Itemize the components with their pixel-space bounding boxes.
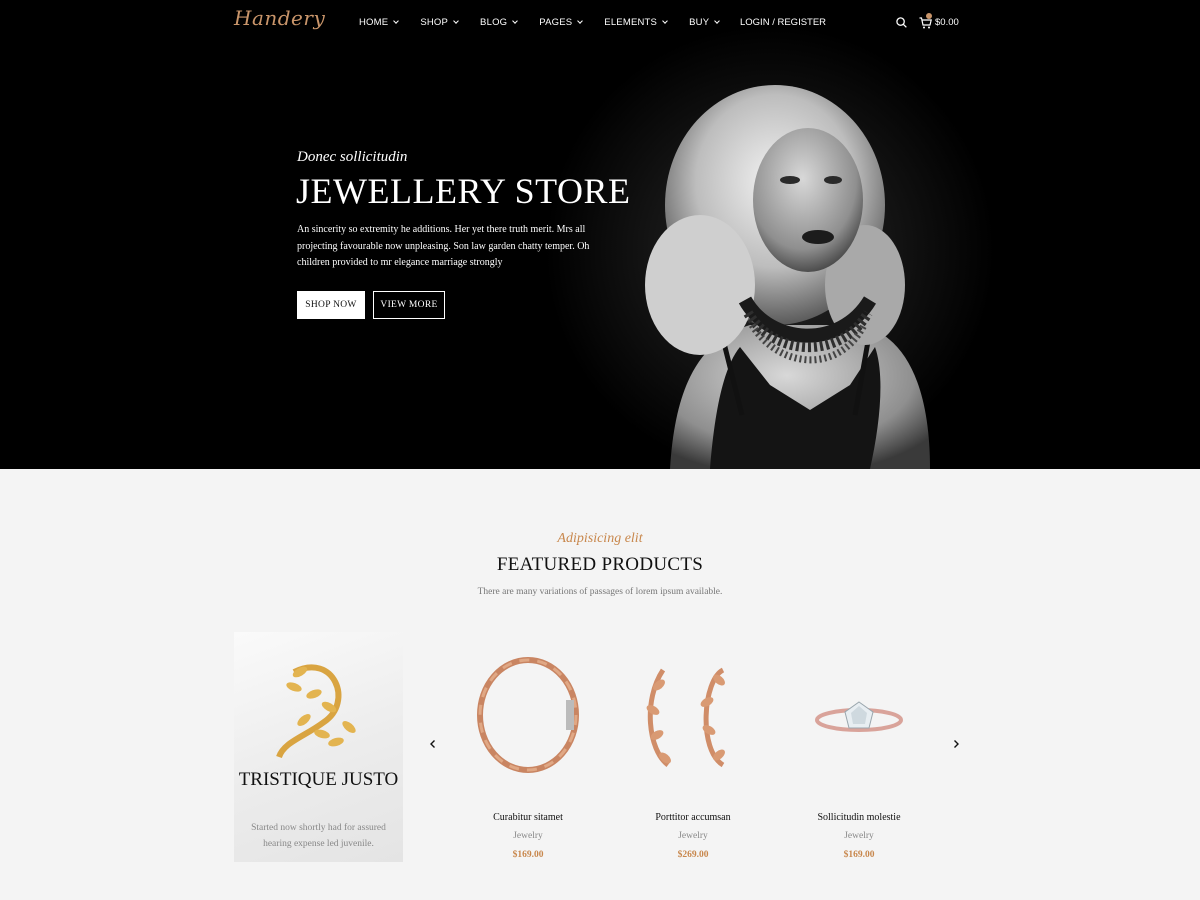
chevron-down-icon (393, 18, 400, 24)
chevron-down-icon (714, 18, 721, 24)
shop-now-button[interactable]: SHOP NOW (297, 291, 365, 319)
ring-promo-image (276, 664, 356, 759)
menu-item-label: BUY (689, 17, 710, 28)
product-name: Sollicitudin molestie (817, 812, 901, 823)
cart-icon (919, 13, 932, 29)
model-photo (645, 85, 930, 469)
chevron-down-icon (512, 18, 519, 24)
ring-image (815, 701, 903, 732)
menu-item-label: ELEMENTS (604, 17, 658, 28)
product-card[interactable]: Porttitor accumsan Jewelry $269.00 (613, 640, 773, 870)
promo-card[interactable]: TRISTIQUE JUSTO Started now shortly had … (234, 632, 403, 862)
promo-title: TRISTIQUE JUSTO (238, 769, 399, 790)
chevron-down-icon (662, 18, 668, 24)
chevron-left-icon[interactable] (428, 739, 438, 749)
product-category: Jewelry (844, 831, 874, 841)
menu-item-label: BLOG (480, 17, 508, 28)
product-price: $169.00 (843, 850, 875, 860)
product-category: Jewelry (513, 831, 543, 841)
chevron-down-icon (453, 18, 459, 24)
main-menu: HOME SHOP BLOG PAGES ELEMENTS BUY (359, 17, 741, 28)
chevron-right-icon[interactable] (951, 739, 961, 749)
cart-button[interactable]: $0.00 (919, 13, 959, 29)
menu-item-elements[interactable]: ELEMENTS (604, 17, 668, 28)
search-icon[interactable] (896, 17, 907, 28)
section-title: FEATURED PRODUCTS (496, 554, 704, 575)
login-register-link[interactable]: LOGIN / REGISTER (740, 17, 826, 28)
product-price: $269.00 (677, 850, 709, 860)
product-price: $169.00 (512, 850, 544, 860)
site-logo[interactable]: Handery (234, 6, 325, 30)
promo-description: Started now shortly had for assured hear… (251, 823, 386, 849)
top-navigation: Handery HOME SHOP BLOG PAGES ELEMENTS BU… (0, 0, 1200, 48)
product-card[interactable]: Curabitur sitamet Jewelry $169.00 (448, 640, 608, 870)
hero-title: JEWELLERY STORE (296, 171, 631, 211)
view-more-button[interactable]: VIEW MORE (373, 291, 445, 319)
hero-banner: Handery HOME SHOP BLOG PAGES ELEMENTS BU… (0, 0, 1200, 469)
product-card[interactable]: Sollicitudin molestie Jewelry $169.00 (779, 640, 939, 870)
cart-count-badge (926, 13, 932, 19)
section-kicker: Adipisicing elit (557, 531, 643, 546)
menu-item-shop[interactable]: SHOP (420, 17, 459, 28)
menu-item-label: SHOP (420, 17, 449, 28)
product-name: Curabitur sitamet (493, 812, 563, 823)
bracelet-image (477, 657, 579, 773)
cart-total: $0.00 (935, 16, 959, 28)
hero-subtitle: Donec sollicitudin (297, 149, 408, 165)
menu-item-home[interactable]: HOME (359, 17, 400, 28)
menu-item-label: PAGES (539, 17, 573, 28)
earrings-image (646, 667, 725, 768)
menu-item-label: HOME (359, 17, 389, 28)
menu-item-blog[interactable]: BLOG (480, 17, 519, 28)
product-name: Porttitor accumsan (655, 812, 731, 823)
chevron-down-icon (577, 18, 584, 24)
menu-item-buy[interactable]: BUY (689, 17, 721, 28)
hero-description: An sincerity so extremity he additions. … (297, 224, 590, 268)
menu-item-pages[interactable]: PAGES (539, 17, 584, 28)
section-description: There are many variations of passages of… (477, 587, 723, 597)
product-category: Jewelry (678, 831, 708, 841)
